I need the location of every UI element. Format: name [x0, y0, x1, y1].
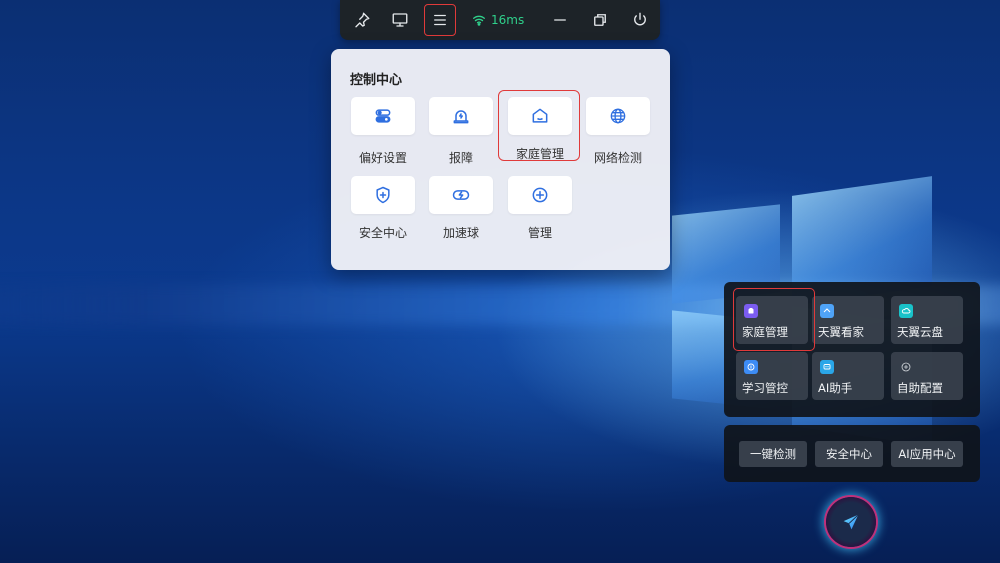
cc-item-security-center[interactable]: 安全中心 [343, 176, 423, 252]
app-tile-study-control[interactable]: 学习管控 [736, 352, 808, 400]
cloud-app-icon [899, 304, 913, 318]
app-label: AI助手 [818, 381, 853, 395]
network-latency: 16ms [472, 0, 524, 40]
cc-card [429, 97, 493, 135]
cc-card [586, 97, 650, 135]
ai-app-icon [820, 360, 834, 374]
cc-item-network-check[interactable]: 网络检测 [578, 97, 658, 173]
app-tile-tianyi-cloud-disk[interactable]: 天翼云盘 [891, 296, 963, 344]
cc-item-label: 网络检测 [593, 151, 642, 165]
cc-card [508, 176, 572, 214]
minimize-icon [554, 19, 566, 21]
app-tile-tianyi-home-watch[interactable]: 天翼看家 [812, 296, 884, 344]
pin-button[interactable] [346, 4, 378, 36]
cc-item-label: 安全中心 [358, 226, 407, 240]
cc-item-label: 偏好设置 [358, 151, 407, 165]
plus-circle-icon [899, 360, 913, 374]
restore-icon [594, 14, 606, 26]
cc-card [351, 97, 415, 135]
cc-item-label: 加速球 [442, 226, 479, 240]
accelerator-icon [452, 190, 470, 200]
remote-toolbar: 16ms [340, 0, 660, 40]
monitor-icon [392, 13, 408, 27]
cc-item-report-fault[interactable]: 报障 [421, 97, 501, 173]
app-tile-ai-assistant[interactable]: AI助手 [812, 352, 884, 400]
cc-item-label: 管理 [527, 226, 552, 240]
cc-item-manage[interactable]: 管理 [500, 176, 580, 252]
cc-item-preferences[interactable]: 偏好设置 [343, 97, 423, 173]
cc-card [351, 176, 415, 214]
security-center-button[interactable]: 安全中心 [815, 441, 883, 467]
pin-icon [355, 12, 370, 28]
highlight-box [733, 288, 815, 351]
ai-app-center-button[interactable]: AI应用中心 [891, 441, 963, 467]
app-label: 自助配置 [897, 381, 943, 395]
power-icon [634, 12, 646, 26]
study-app-icon [744, 360, 758, 374]
shield-icon [376, 186, 390, 204]
cc-item-accelerator[interactable]: 加速球 [421, 176, 501, 252]
hamburger-menu-icon [434, 14, 446, 26]
globe-icon [610, 108, 626, 124]
app-label: 天翼看家 [818, 325, 864, 339]
cc-card [429, 176, 493, 214]
alarm-icon [453, 110, 469, 124]
one-click-check-button[interactable]: 一键检测 [739, 441, 807, 467]
latency-value: 16ms [491, 13, 525, 27]
minimize-button[interactable] [544, 4, 576, 36]
app-tile-self-config[interactable]: 自助配置 [891, 352, 963, 400]
screen-button[interactable] [384, 4, 416, 36]
control-center-title: 控制中心 [350, 73, 403, 88]
app-label: 天翼云盘 [897, 325, 943, 339]
highlight-box [498, 90, 580, 161]
cc-item-label: 报障 [448, 151, 473, 165]
quick-actions-panel: 一键检测 安全中心 AI应用中心 [724, 425, 980, 482]
wifi-icon [473, 15, 485, 26]
menu-button[interactable] [424, 4, 456, 36]
floating-assistant-button[interactable] [826, 497, 876, 547]
toggle-settings-icon [375, 109, 391, 123]
app-label: 学习管控 [742, 381, 788, 395]
send-icon [843, 514, 859, 530]
restore-button[interactable] [584, 4, 616, 36]
camera-app-icon [820, 304, 834, 318]
power-button[interactable] [624, 4, 656, 36]
plus-circle-icon [532, 187, 548, 203]
